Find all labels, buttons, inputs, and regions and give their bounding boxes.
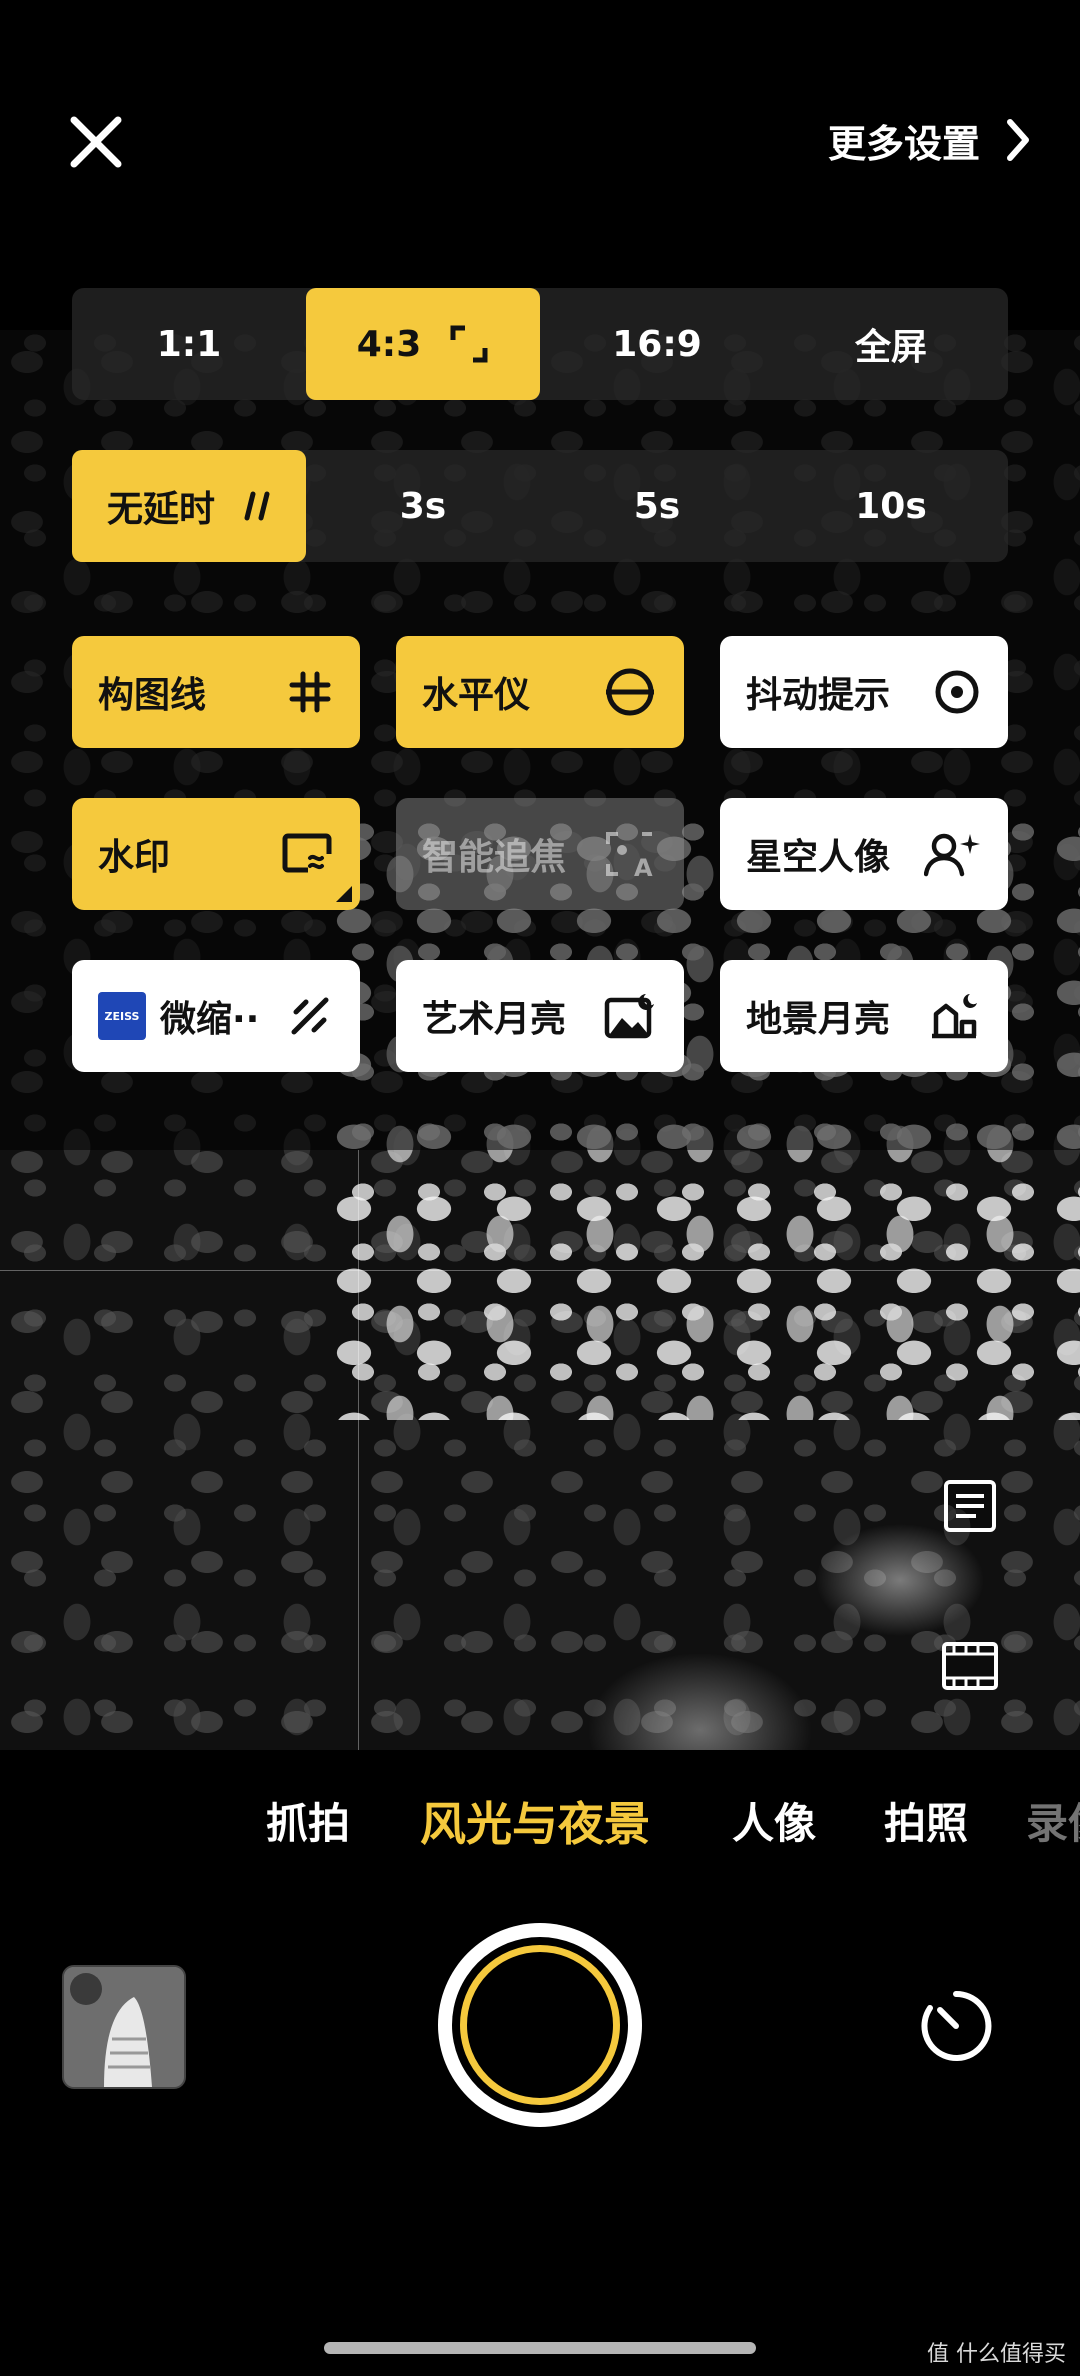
mode-portrait[interactable]: 人像: [732, 1790, 816, 1851]
mode-selector: 抓拍 风光与夜景 人像 拍照 录像: [0, 1790, 1080, 1860]
gallery-thumbnail[interactable]: [62, 1965, 186, 2089]
grid-lines-toggle[interactable]: 构图线: [72, 636, 360, 748]
smart-focus-toggle[interactable]: 智能追焦 A: [396, 798, 684, 910]
starry-portrait-toggle[interactable]: 星空人像: [720, 798, 1008, 910]
home-indicator[interactable]: [324, 2342, 756, 2354]
frame-corners-icon: [450, 325, 488, 363]
more-settings-button[interactable]: 更多设置: [828, 108, 1032, 172]
watermark-toggle[interactable]: 水印: [72, 798, 360, 910]
auto-focus-icon: A: [606, 832, 653, 878]
tilt-shift-toggle[interactable]: ZEISS 微缩··: [72, 960, 360, 1072]
landscape-moon-toggle[interactable]: 地景月亮: [720, 960, 1008, 1072]
timer-option-3s[interactable]: 3s: [306, 450, 540, 562]
chevron-right-icon: [1007, 119, 1029, 161]
aspect-option-4-3[interactable]: 4:3: [306, 288, 540, 400]
aspect-option-16-9[interactable]: 16:9: [540, 288, 774, 400]
timer-selector: 无延时 3s 5s 10s: [72, 450, 1008, 562]
composition-gridline-horizontal: [0, 1270, 1080, 1271]
timer-icon[interactable]: [918, 1988, 994, 2068]
composition-gridline-vertical: [358, 1150, 359, 1750]
level-toggle[interactable]: 水平仪: [396, 636, 684, 748]
double-slash-icon: [244, 491, 270, 521]
moon-art-icon: [604, 994, 654, 1039]
timer-option-10s[interactable]: 10s: [774, 450, 1008, 562]
art-moon-toggle[interactable]: 艺术月亮: [396, 960, 684, 1072]
mode-snapshot[interactable]: 抓拍: [266, 1790, 350, 1851]
close-icon[interactable]: [64, 110, 128, 174]
level-icon: [606, 668, 654, 716]
tilt-shift-icon: [291, 997, 329, 1035]
aspect-option-fullscreen[interactable]: 全屏: [774, 288, 1008, 400]
aspect-option-1-1[interactable]: 1:1: [72, 288, 306, 400]
more-settings-label: 更多设置: [827, 121, 980, 166]
aspect-ratio-selector: 1:1 4:3 16:9 全屏: [72, 288, 1008, 400]
svg-text:A: A: [634, 854, 653, 878]
timer-option-5s[interactable]: 5s: [540, 450, 774, 562]
star-portrait-icon: [924, 833, 980, 877]
grid-icon: [289, 671, 331, 713]
shutter-ring: [460, 1945, 620, 2105]
shake-alert-toggle[interactable]: 抖动提示: [720, 636, 1008, 748]
document-mode-icon[interactable]: [942, 1478, 998, 1538]
site-watermark: 值 什么值得买: [927, 2342, 1066, 2367]
watermark-icon: [282, 833, 332, 873]
mode-landscape-night[interactable]: 风光与夜景: [420, 1788, 650, 1854]
zeiss-logo: ZEISS: [98, 992, 146, 1040]
target-icon: [935, 670, 979, 714]
timer-option-none[interactable]: 无延时: [72, 450, 306, 562]
landscape-moon-icon: [932, 994, 977, 1039]
film-format-icon[interactable]: [940, 1638, 1000, 1698]
mode-video[interactable]: 录像: [1026, 1790, 1080, 1851]
mode-photo[interactable]: 拍照: [884, 1790, 968, 1851]
